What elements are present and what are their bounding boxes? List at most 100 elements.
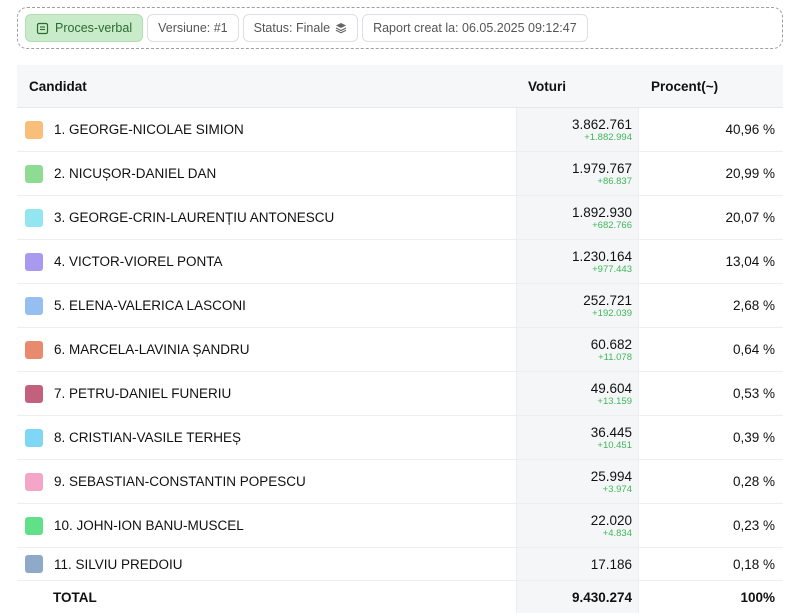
header-percent[interactable]: Procent(~) <box>639 79 783 94</box>
votes-value: 3.862.761 <box>571 116 632 132</box>
total-votes-cell: 9.430.274 <box>516 581 639 613</box>
status-label: Status: Finale <box>253 21 331 35</box>
votes-value: 1.230.164 <box>571 248 632 264</box>
percent-value: 0,39 % <box>732 430 775 445</box>
percent-value: 0,53 % <box>732 386 775 401</box>
votes-value: 60.682 <box>590 336 632 352</box>
candidate-name: 5. ELENA-VALERICA LASCONI <box>54 298 246 313</box>
candidate-color-swatch <box>25 120 43 139</box>
candidate-name: 11. SILVIU PREDOIU <box>54 556 183 572</box>
candidate-cell: 1. GEORGE-NICOLAE SIMION <box>17 108 516 151</box>
candidate-name: 7. PETRU-DANIEL FUNERIU <box>54 386 232 401</box>
candidate-name: 1. GEORGE-NICOLAE SIMION <box>54 122 244 137</box>
votes-delta: +13.159 <box>597 395 632 407</box>
votes-cell: 49.604 +13.159 <box>516 372 639 415</box>
report-created-label: Raport creat la: 06.05.2025 09:12:47 <box>373 21 577 35</box>
percent-value: 0,28 % <box>732 474 775 489</box>
percent-value: 13,04 % <box>725 254 775 269</box>
header-candidate[interactable]: Candidat <box>17 79 516 94</box>
candidate-color-swatch <box>25 340 43 359</box>
candidate-cell: 9. SEBASTIAN-CONSTANTIN POPESCU <box>17 460 516 503</box>
votes-delta: +86.837 <box>597 175 632 187</box>
results-table: Candidat Voturi Procent(~) 1. GEORGE-NIC… <box>17 65 783 613</box>
candidate-color-swatch <box>25 555 43 573</box>
candidate-cell: 11. SILVIU PREDOIU <box>17 548 516 580</box>
votes-cell: 22.020 +4.834 <box>516 504 639 547</box>
percent-value: 20,07 % <box>725 210 775 225</box>
candidate-name: 8. CRISTIAN-VASILE TERHEȘ <box>54 430 242 445</box>
table-row[interactable]: 1. GEORGE-NICOLAE SIMION 3.862.761 +1.882.… <box>17 108 783 152</box>
total-votes: 9.430.274 <box>571 589 632 605</box>
votes-delta: +4.834 <box>602 527 632 539</box>
candidate-name: 3. GEORGE-CRIN-LAURENȚIU ANTONESCU <box>54 210 335 225</box>
votes-cell: 25.994 +3.974 <box>516 460 639 503</box>
candidate-name: 9. SEBASTIAN-CONSTANTIN POPESCU <box>54 474 306 489</box>
candidate-color-swatch <box>25 164 43 183</box>
votes-value: 17.186 <box>590 556 632 572</box>
version-chip[interactable]: Versiune: #1 <box>147 14 239 42</box>
votes-value: 49.604 <box>590 380 632 396</box>
document-icon <box>36 22 49 35</box>
votes-cell: 1.892.930 +682.766 <box>516 196 639 239</box>
votes-cell: 1.979.767 +86.837 <box>516 152 639 195</box>
candidate-color-swatch <box>25 252 43 271</box>
table-row[interactable]: 2. NICUȘOR-DANIEL DAN 1.979.767 +86.837 20,… <box>17 152 783 196</box>
candidate-cell: 10. JOHN-ION BANU-MUSCEL <box>17 504 516 547</box>
votes-delta: +192.039 <box>592 307 632 319</box>
total-percent: 100% <box>740 589 775 605</box>
percent-value: 40,96 % <box>725 122 775 137</box>
candidate-name: 6. MARCELA-LAVINIA ȘANDRU <box>54 342 250 357</box>
status-chip[interactable]: Status: Finale <box>242 14 359 42</box>
votes-value: 25.994 <box>590 468 632 484</box>
votes-value: 1.892.930 <box>571 204 632 220</box>
votes-cell: 17.186 <box>516 548 639 580</box>
votes-value: 22.020 <box>590 512 632 528</box>
candidate-cell: 7. PETRU-DANIEL FUNERIU <box>17 372 516 415</box>
votes-value: 36.445 <box>590 424 632 440</box>
table-row[interactable]: 8. CRISTIAN-VASILE TERHEȘ 36.445 +10.451 0,… <box>17 416 783 460</box>
candidate-cell: 4. VICTOR-VIOREL PONTA <box>17 240 516 283</box>
percent-value: 0,18 % <box>732 556 775 572</box>
report-created-chip[interactable]: Raport creat la: 06.05.2025 09:12:47 <box>362 14 588 42</box>
total-row: TOTAL 9.430.274 100% <box>17 581 783 613</box>
percent-value: 0,23 % <box>732 518 775 533</box>
votes-cell: 36.445 +10.451 <box>516 416 639 459</box>
votes-delta: +11.078 <box>598 351 632 363</box>
votes-cell: 3.862.761 +1.882.994 <box>516 108 639 151</box>
percent-value: 20,99 % <box>725 166 775 181</box>
candidate-color-swatch <box>25 208 43 227</box>
total-label: TOTAL <box>53 589 97 605</box>
table-row[interactable]: 6. MARCELA-LAVINIA ȘANDRU 60.682 +11.078 0,… <box>17 328 783 372</box>
proces-verbal-tab[interactable]: Proces-verbal <box>25 14 144 42</box>
candidate-name: 2. NICUȘOR-DANIEL DAN <box>54 166 217 181</box>
table-row[interactable]: 4. VICTOR-VIOREL PONTA 1.230.164 +977.443 1… <box>17 240 783 284</box>
percent-value: 2,68 % <box>732 298 775 313</box>
table-row[interactable]: 9. SEBASTIAN-CONSTANTIN POPESCU 25.994 +3.… <box>17 460 783 504</box>
votes-cell: 1.230.164 +977.443 <box>516 240 639 283</box>
votes-delta: +1.882.994 <box>584 131 632 143</box>
votes-value: 1.979.767 <box>571 160 632 176</box>
layers-icon <box>335 22 347 34</box>
table-row[interactable]: 3. GEORGE-CRIN-LAURENȚIU ANTONESCU 1.892.… <box>17 196 783 240</box>
candidate-color-swatch <box>25 296 43 315</box>
votes-cell: 60.682 +11.078 <box>516 328 639 371</box>
candidate-cell: 2. NICUȘOR-DANIEL DAN <box>17 152 516 195</box>
table-row[interactable]: 5. ELENA-VALERICA LASCONI 252.721 +192.039… <box>17 284 783 328</box>
table-row[interactable]: 11. SILVIU PREDOIU 17.186 0,18 % <box>17 548 783 581</box>
votes-delta: +682.766 <box>592 219 632 231</box>
votes-cell: 252.721 +192.039 <box>516 284 639 327</box>
version-label: Versiune: #1 <box>158 21 228 35</box>
candidate-color-swatch <box>25 516 43 535</box>
table-row[interactable]: 7. PETRU-DANIEL FUNERIU 49.604 +13.159 0,53… <box>17 372 783 416</box>
candidate-cell: 3. GEORGE-CRIN-LAURENȚIU ANTONESCU <box>17 196 516 239</box>
header-votes[interactable]: Voturi <box>516 79 639 94</box>
candidate-name: 10. JOHN-ION BANU-MUSCEL <box>54 518 244 533</box>
candidate-cell: 6. MARCELA-LAVINIA ȘANDRU <box>17 328 516 371</box>
report-toolbar: Proces-verbal Versiune: #1 Status: Final… <box>17 7 783 49</box>
candidate-color-swatch <box>25 472 43 491</box>
table-row[interactable]: 10. JOHN-ION BANU-MUSCEL 22.020 +4.834 0,23… <box>17 504 783 548</box>
candidate-color-swatch <box>25 384 43 403</box>
percent-value: 0,64 % <box>732 342 775 357</box>
table-header: Candidat Voturi Procent(~) <box>17 65 783 108</box>
votes-delta: +3.974 <box>602 483 632 495</box>
